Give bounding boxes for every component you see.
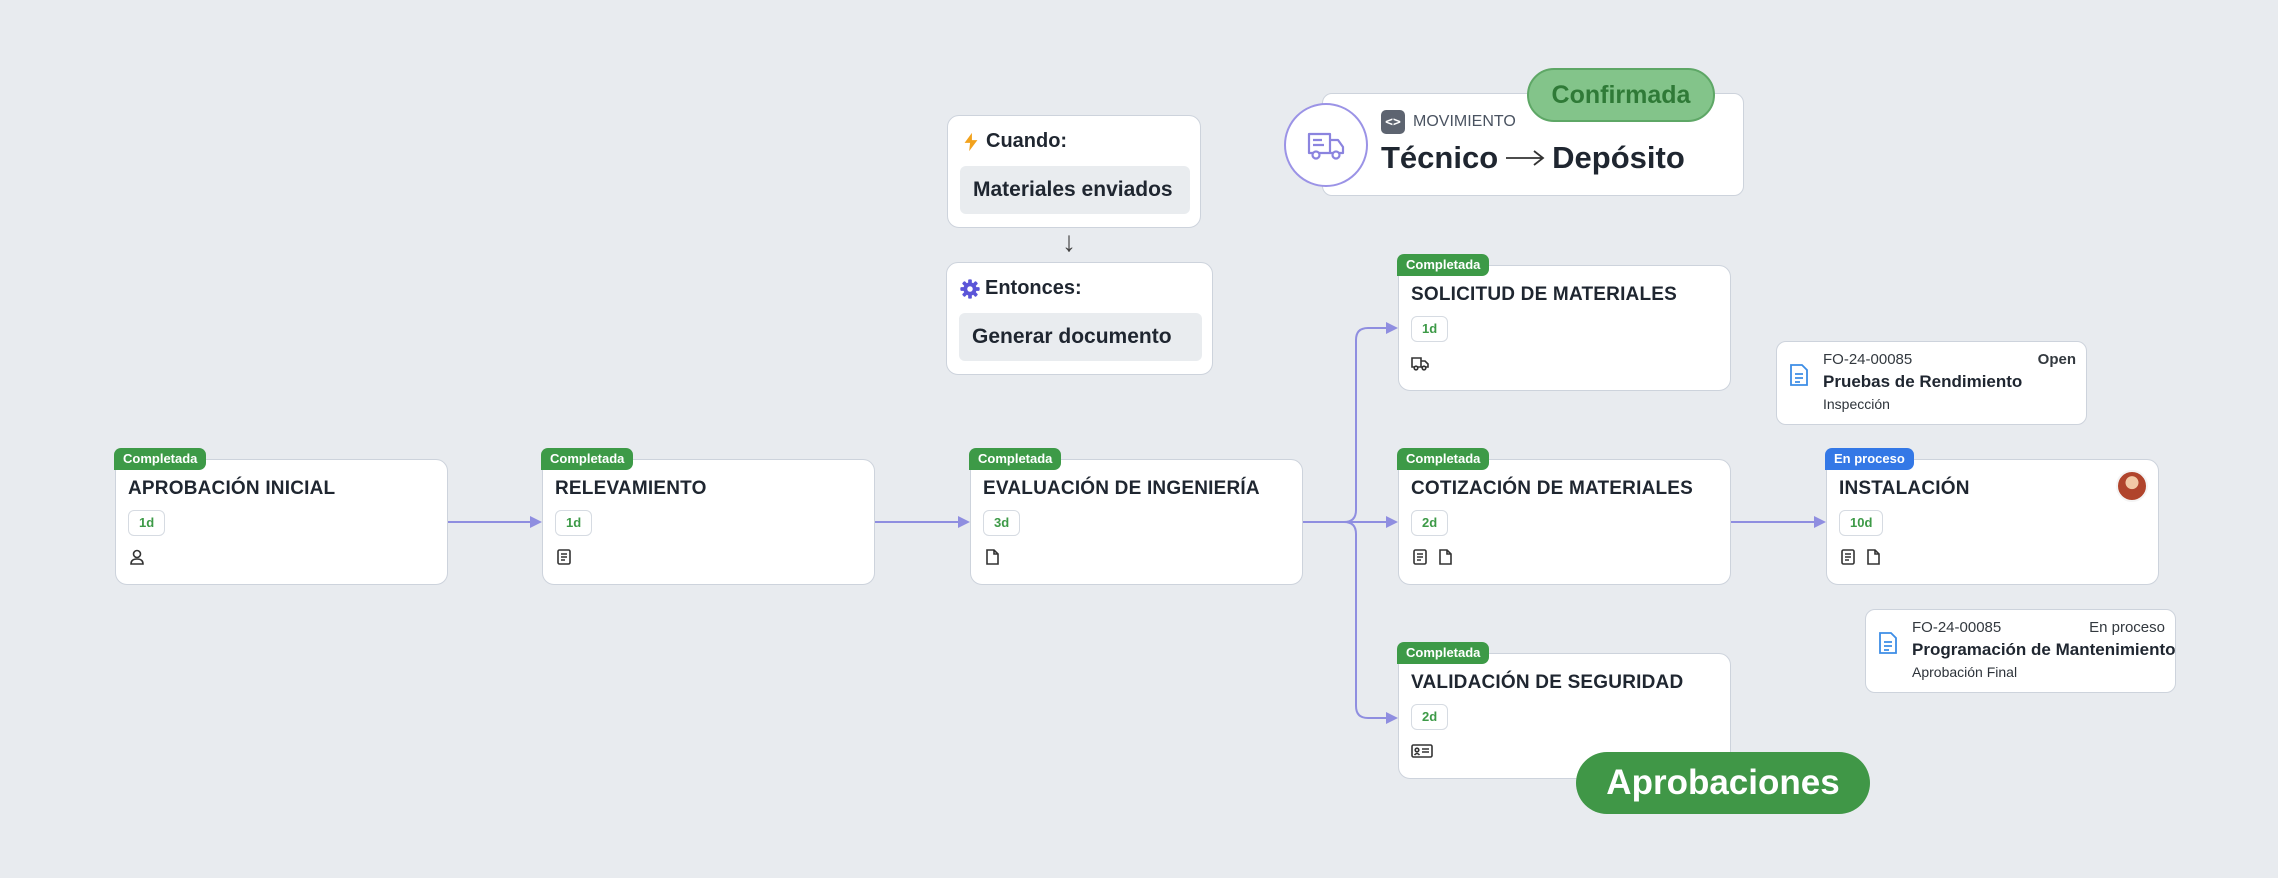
lightning-icon — [964, 132, 978, 151]
node-title: APROBACIÓN INICIAL — [128, 478, 336, 499]
edge-evaluacion-validacion — [1343, 521, 1398, 724]
file-icon — [1867, 549, 1880, 565]
movement-from: Técnico — [1381, 140, 1499, 175]
node-relevamiento[interactable]: Completada RELEVAMIENTO 1d — [541, 448, 875, 585]
status-badge: Completada — [541, 448, 634, 470]
node-instalacion[interactable]: En proceso INSTALACIÓN 10d — [1825, 448, 2159, 585]
trigger-then-header: Entonces: — [959, 277, 1082, 300]
document-subtitle: Aprobación Final — [1912, 664, 2018, 680]
status-badge: Completada — [1397, 254, 1490, 276]
movement-label: <> MOVIMIENTO — [1381, 110, 1516, 134]
movement-truck-badge — [1284, 103, 1368, 187]
file-icon — [1439, 549, 1452, 565]
status-badge: Completada — [1397, 448, 1490, 470]
file-icon — [986, 549, 999, 565]
document-icon — [1879, 632, 1897, 654]
arrow-right-icon — [1506, 150, 1545, 166]
status-badge: Completada — [969, 448, 1062, 470]
id-card-icon — [1411, 744, 1433, 758]
duration-chip: 3d — [983, 510, 1021, 536]
form-doc-icon — [557, 549, 571, 565]
then-label: Entonces: — [985, 277, 1082, 299]
node-title: RELEVAMIENTO — [555, 478, 707, 499]
status-badge: En proceso — [1825, 448, 1914, 470]
avatar[interactable] — [2116, 470, 2148, 502]
truck-icon — [1411, 357, 1429, 371]
duration-chip: 10d — [1839, 510, 1884, 536]
edge-evaluacion-solicitud — [1302, 322, 1398, 523]
document-icon — [1790, 364, 1808, 386]
duration-chip: 1d — [1411, 316, 1449, 342]
status-badge: Completada — [114, 448, 207, 470]
gear-icon — [960, 278, 980, 299]
duration-chip: 1d — [128, 510, 166, 536]
node-title: COTIZACIÓN DE MATERIALES — [1411, 478, 1694, 499]
document-subtitle: Inspección — [1823, 396, 1890, 412]
document-card-pruebas[interactable]: FO-24-00085 Open Pruebas de Rendimiento … — [1776, 341, 2087, 425]
duration-chip: 2d — [1411, 510, 1449, 536]
document-code: FO-24-00085 — [1912, 619, 2002, 636]
form-doc-icon — [1841, 549, 1855, 565]
node-title: VALIDACIÓN DE SEGURIDAD — [1411, 672, 1684, 693]
trigger-then-box[interactable]: Entonces: Generar documento — [946, 262, 1213, 375]
node-title: INSTALACIÓN — [1839, 478, 1970, 499]
node-title: EVALUACIÓN DE INGENIERÍA — [983, 478, 1260, 499]
when-value: Materiales enviados — [960, 166, 1190, 214]
document-title: Pruebas de Rendimiento — [1823, 372, 2023, 391]
node-cotizacion-materiales[interactable]: Completada COTIZACIÓN DE MATERIALES 2d — [1397, 448, 1731, 585]
movement-status-badge: Confirmada — [1527, 68, 1715, 122]
truck-icon — [1307, 132, 1345, 160]
trigger-when-header: Cuando: — [960, 130, 1067, 153]
when-label: Cuando: — [986, 130, 1068, 152]
movement-to: Depósito — [1552, 140, 1685, 175]
node-solicitud-materiales[interactable]: Completada SOLICITUD DE MATERIALES 1d — [1397, 254, 1731, 391]
document-code: FO-24-00085 — [1823, 351, 1913, 368]
duration-chip: 2d — [1411, 704, 1449, 730]
movement-label-text: MOVIMIENTO — [1413, 113, 1516, 130]
then-value: Generar documento — [959, 313, 1202, 361]
approvals-button[interactable]: Aprobaciones — [1576, 752, 1870, 814]
node-evaluacion-ingenieria[interactable]: Completada EVALUACIÓN DE INGENIERÍA 3d — [969, 448, 1303, 585]
code-icon: <> — [1381, 110, 1405, 134]
trigger-when-box[interactable]: Cuando: Materiales enviados — [947, 115, 1201, 228]
rule-arrow-icon: ↓ — [1062, 226, 1076, 257]
duration-chip: 1d — [555, 510, 593, 536]
document-status: Open — [2037, 351, 2076, 368]
node-title: SOLICITUD DE MATERIALES — [1411, 284, 1678, 305]
node-aprobacion-inicial[interactable]: Completada APROBACIÓN INICIAL 1d — [114, 448, 448, 585]
document-title: Programación de Mantenimiento — [1912, 640, 2176, 659]
movement-route: Técnico Depósito — [1381, 140, 1685, 176]
user-badge-icon — [130, 549, 144, 565]
form-doc-icon — [1413, 549, 1427, 565]
document-card-programacion[interactable]: FO-24-00085 En proceso Programación de M… — [1865, 609, 2176, 693]
status-badge: Completada — [1397, 642, 1490, 664]
document-status: En proceso — [2089, 619, 2165, 636]
